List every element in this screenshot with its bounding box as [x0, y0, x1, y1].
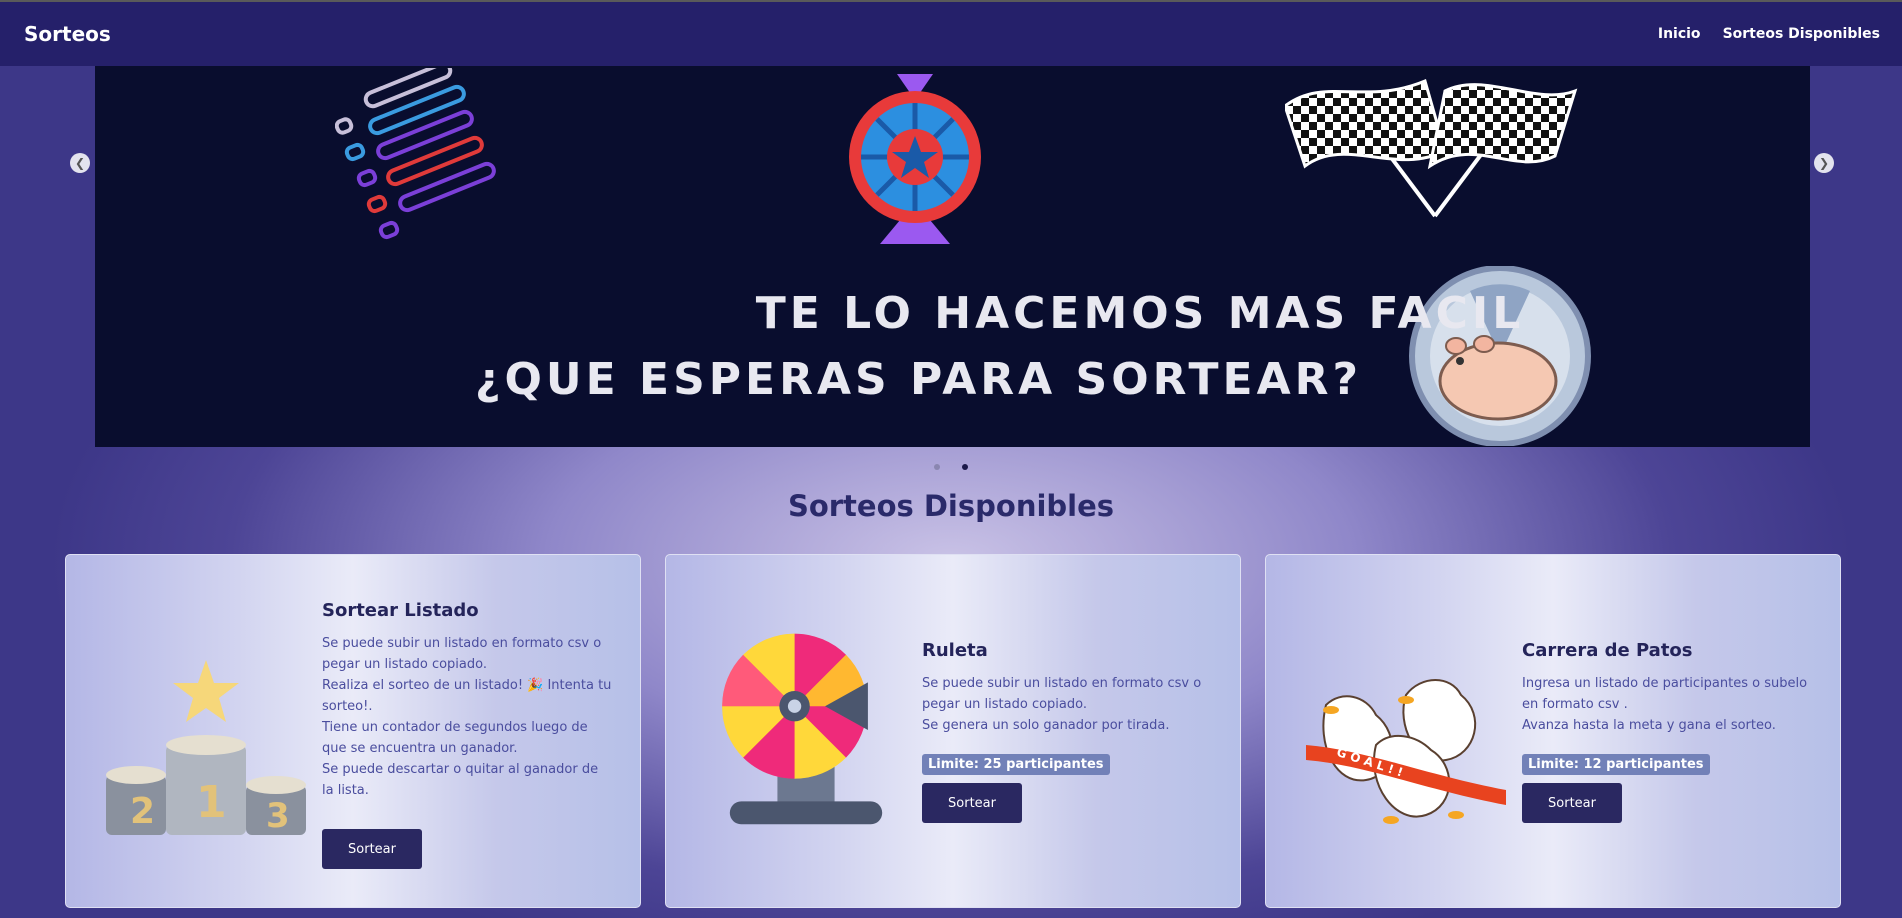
svg-text:3: 3 [266, 796, 290, 836]
carousel-indicator-1[interactable] [934, 464, 940, 470]
carousel-banner: TE LO HACEMOS MAS FACIL ¿QUE ESPERAS PAR… [95, 66, 1810, 447]
card-ruleta: Ruleta Se puede subir un listado en form… [665, 554, 1241, 908]
svg-text:2: 2 [130, 791, 155, 832]
card-body: Sortear Listado Se puede subir un listad… [322, 600, 612, 869]
card-carrera-de-patos: G O A L ! ! Carrera de Patos Ingresa un … [1265, 554, 1841, 908]
sortear-button[interactable]: Sortear [922, 783, 1022, 823]
roulette-wheel-icon [722, 633, 883, 825]
podium-icon: 2 1 3 [106, 660, 306, 836]
navbar: Sorteos Inicio Sorteos Disponibles [0, 0, 1902, 66]
card-text-line: Se puede subir un listado en formato csv… [922, 676, 1202, 712]
sortear-button[interactable]: Sortear [322, 829, 422, 869]
section-title: Sorteos Disponibles [787, 489, 1115, 523]
card-text-line: Avanza hasta la meta y gana el sorteo. [1522, 718, 1776, 733]
card-body: Ruleta Se puede subir un listado en form… [922, 640, 1212, 823]
card-text: Se puede subir un listado en formato csv… [922, 673, 1212, 736]
limit-badge: Limite: 25 participantes [922, 754, 1110, 775]
prize-wheel-icon [849, 74, 981, 244]
nav-links: Inicio Sorteos Disponibles [1658, 26, 1880, 42]
carousel-indicator-2[interactable] [962, 464, 968, 470]
nav-link-inicio[interactable]: Inicio [1658, 26, 1701, 42]
card-text: Ingresa un listado de participantes o su… [1522, 673, 1812, 736]
card-text: Se puede subir un listado en formato csv… [322, 633, 612, 801]
limit-badge: Limite: 12 participantes [1522, 754, 1710, 775]
duck-race-icon: G O A L ! ! [1306, 679, 1506, 824]
brand-logo[interactable]: Sorteos [24, 22, 111, 46]
chevron-right-icon: ❯ [1818, 156, 1830, 170]
svg-text:1: 1 [196, 777, 227, 828]
card-text-line: Tiene un contador de segundos luego de q… [322, 720, 588, 756]
sortear-button[interactable]: Sortear [1522, 783, 1622, 823]
card-text-line: Realiza el sorteo de un listado! 🎉 Inten… [322, 678, 612, 714]
chevron-left-icon: ❮ [74, 156, 86, 170]
carousel-indicators [934, 464, 968, 470]
carousel-prev-button[interactable]: ❮ [70, 153, 90, 173]
card-title: Ruleta [922, 640, 988, 661]
card-body: Carrera de Patos Ingresa un listado de p… [1522, 640, 1812, 823]
card-text-line: Se genera un solo ganador por tirada. [922, 718, 1170, 733]
card-title: Carrera de Patos [1522, 640, 1693, 661]
nav-link-sorteos-disponibles[interactable]: Sorteos Disponibles [1723, 26, 1880, 42]
carousel-line-1: TE LO HACEMOS MAS FACIL [755, 288, 1525, 339]
card-text-line: Se puede subir un listado en formato csv… [322, 636, 602, 672]
checkered-flags-icon [1285, 78, 1578, 218]
carousel-line-2: ¿QUE ESPERAS PARA SORTEAR? [475, 354, 1363, 405]
card-sortear-listado: 2 1 3 Sortear Listado Se puede subir un … [65, 554, 641, 908]
list-icon [335, 68, 496, 240]
card-text-line: Ingresa un listado de participantes o su… [1522, 676, 1808, 712]
card-text-line: Se puede descartar o quitar al ganador d… [322, 762, 599, 798]
carousel-next-button[interactable]: ❯ [1814, 153, 1834, 173]
card-title: Sortear Listado [322, 600, 479, 621]
